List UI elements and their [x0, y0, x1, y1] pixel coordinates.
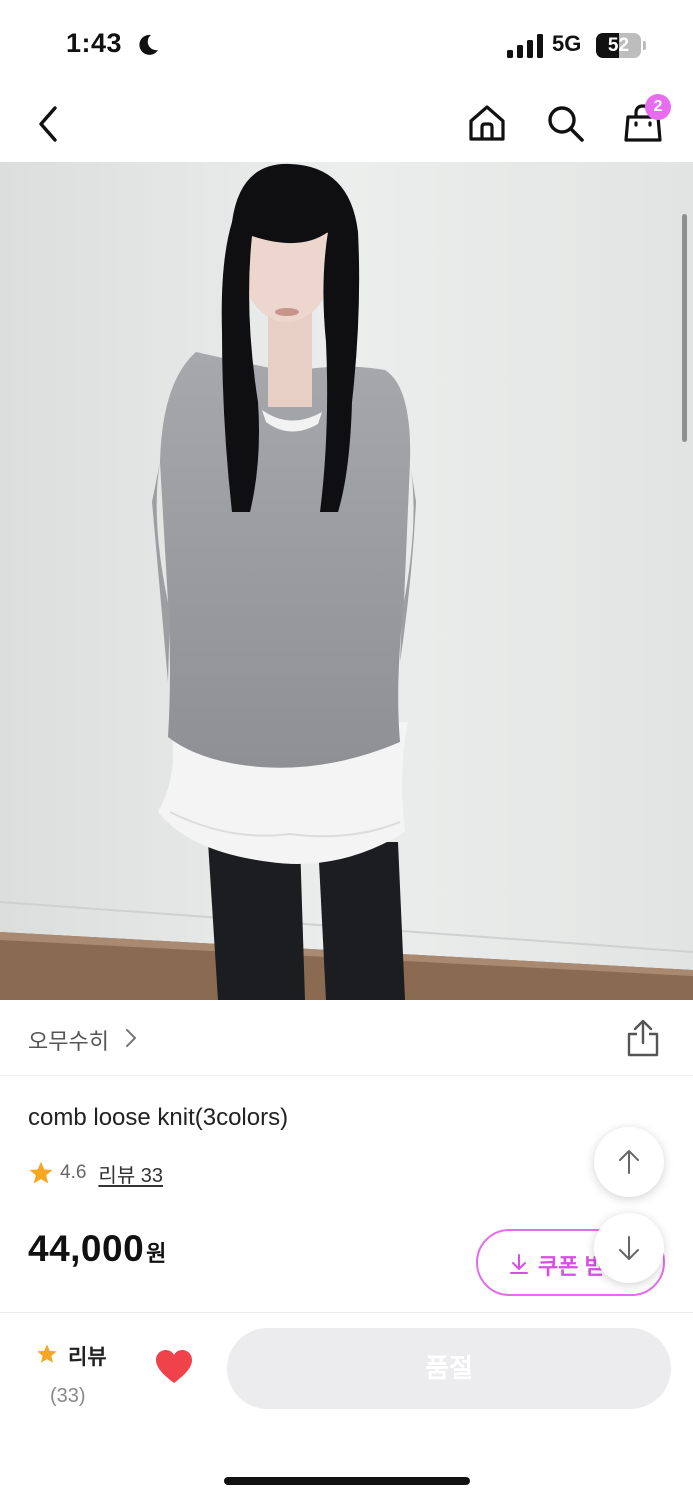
bottom-action-bar: 리뷰 (33) 품절	[0, 1313, 693, 1500]
review-tab-count: (33)	[50, 1385, 86, 1407]
battery-indicator: 52	[596, 33, 646, 58]
product-price: 44,000	[28, 1228, 145, 1269]
scroll-to-bottom-button[interactable]	[594, 1213, 664, 1283]
status-time: 1:43	[66, 28, 123, 58]
rating-row: 4.6 리뷰 33	[28, 1158, 163, 1188]
page-scrollbar[interactable]	[682, 214, 687, 442]
review-tab-label: 리뷰	[68, 1346, 107, 1369]
network-type: 5G	[552, 31, 582, 56]
arrow-up-icon	[619, 1150, 639, 1174]
sold-out-label: 품절	[425, 1353, 473, 1383]
scroll-to-top-button[interactable]	[594, 1127, 664, 1197]
product-photo	[0, 162, 693, 1000]
rating-value: 4.6	[60, 1162, 87, 1183]
review-tab-button[interactable]: 리뷰 (33)	[30, 1335, 120, 1415]
download-icon	[510, 1254, 528, 1274]
product-title: comb loose knit(3colors)	[28, 1104, 289, 1131]
chevron-right-icon[interactable]	[122, 1026, 140, 1050]
home-indicator[interactable]	[224, 1477, 470, 1485]
home-icon[interactable]	[466, 102, 508, 144]
share-icon[interactable]	[624, 1018, 662, 1058]
price-row: 44,000 원	[28, 1228, 166, 1278]
arrow-down-icon	[619, 1236, 639, 1260]
review-count-link[interactable]: 리뷰 33	[98, 1159, 163, 1188]
star-icon	[37, 1344, 57, 1363]
brand-name-link[interactable]: 오무수히	[28, 1024, 109, 1056]
status-bar: 1:43 5G 52	[0, 0, 693, 90]
heart-icon[interactable]	[155, 1349, 193, 1385]
cart-count-badge: 2	[645, 94, 671, 120]
top-nav-bar	[0, 90, 693, 162]
search-icon[interactable]	[544, 102, 586, 144]
star-icon	[29, 1161, 53, 1184]
battery-level: 52	[607, 35, 630, 56]
back-chevron-icon[interactable]	[32, 104, 66, 144]
brand-row: 오무수히	[0, 1000, 693, 1076]
price-currency: 원	[146, 1241, 167, 1266]
moon-icon	[139, 34, 158, 55]
cellular-signal-icon	[507, 34, 543, 58]
sold-out-button[interactable]: 품절	[227, 1328, 671, 1409]
product-image-carousel[interactable]	[0, 162, 693, 1000]
